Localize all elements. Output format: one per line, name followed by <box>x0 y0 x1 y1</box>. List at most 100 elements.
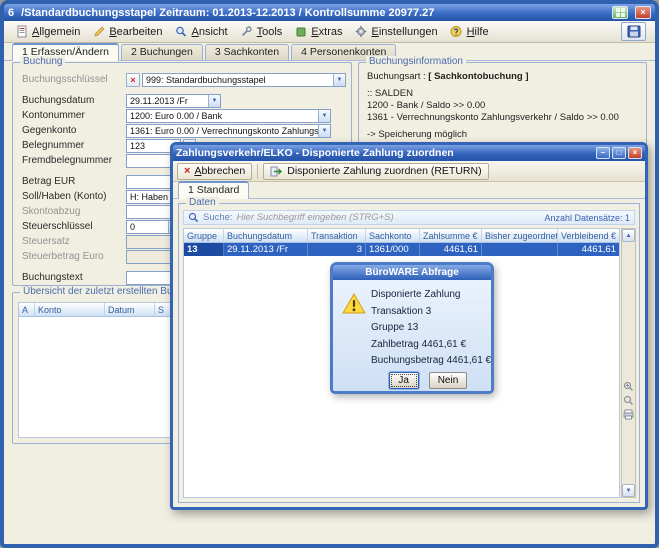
chevron-down-icon: ▼ <box>208 95 220 107</box>
buchungsart-value: [ Sachkontobuchung ] <box>428 71 528 82</box>
menu-extras[interactable]: Extras <box>288 23 348 40</box>
gegenkonto-label: Gegenkonto <box>22 125 126 136</box>
printer-icon[interactable] <box>623 409 634 420</box>
dialog-close-button[interactable]: × <box>628 147 642 159</box>
window-title: /Standardbuchungsstapel Zeitraum: 01.201… <box>21 7 605 19</box>
betrag-label: Betrag EUR <box>22 176 126 187</box>
menu-ansicht[interactable]: Ansicht <box>169 23 234 40</box>
record-count: Anzahl Datensätze: 1 <box>544 213 630 223</box>
cell-zahlsumme: 4461,61 <box>420 243 482 256</box>
column-header[interactable]: Gruppe <box>184 229 224 242</box>
column-header[interactable]: Datum <box>105 303 155 316</box>
scroll-up-button[interactable]: ▲ <box>622 229 635 242</box>
messagebox-body: Disponierte Zahlung Transaktion 3 Gruppe… <box>333 280 491 391</box>
column-header[interactable]: A <box>19 303 35 316</box>
chevron-down-icon: ▼ <box>333 74 345 86</box>
steuersatz-label: Steuersatz <box>22 236 126 247</box>
dialog-title: Zahlungsverkehr/ELKO - Disponierte Zahlu… <box>176 147 594 159</box>
zoom-in-icon[interactable] <box>623 381 634 392</box>
column-header[interactable]: Buchungsdatum <box>224 229 308 242</box>
close-icon: × <box>633 149 638 157</box>
status-line: -> Speicherung möglich <box>367 129 641 141</box>
messagebox-buttons: Ja Nein <box>371 372 485 389</box>
column-header[interactable]: Verbleibend € <box>558 229 619 242</box>
wrench-icon <box>240 25 253 38</box>
table-row[interactable]: 13 29.11.2013 /Fr 3 1361/000 4461,61 446… <box>184 243 619 256</box>
menu-tools[interactable]: Tools <box>234 23 289 40</box>
dialog-tabstrip: 1 Standard <box>173 182 645 199</box>
messagebox-line: Zahlbetrag 4461,61 € <box>371 339 485 350</box>
close-button[interactable]: × <box>635 6 651 19</box>
cell-buchungsdatum: 29.11.2013 /Fr <box>224 243 308 256</box>
search-icon <box>188 212 199 223</box>
nein-button[interactable]: Nein <box>429 372 468 389</box>
kontonummer-select[interactable]: 1200: Euro 0.00 / Bank ▼ <box>126 109 331 123</box>
belegnummer-label: Belegnummer <box>22 140 126 151</box>
document-icon <box>15 25 28 38</box>
side-tool-icons <box>623 381 634 420</box>
column-header[interactable]: Sachkonto <box>366 229 420 242</box>
messagebox-line: Disponierte Zahlung <box>371 289 485 300</box>
titlebar[interactable]: 6 /Standardbuchungsstapel Zeitraum: 01.2… <box>4 4 655 21</box>
toolbar-separator <box>257 164 258 179</box>
column-header[interactable]: Konto <box>35 303 105 316</box>
maximize-icon: □ <box>617 149 622 157</box>
help-icon <box>450 25 463 38</box>
cell-transaktion: 3 <box>308 243 366 256</box>
main-window: 6 /Standardbuchungsstapel Zeitraum: 01.2… <box>0 0 659 548</box>
window-number: 6 <box>8 7 14 19</box>
menu-hilfe[interactable]: Hilfe <box>444 23 495 40</box>
tab-sachkonten[interactable]: 3 Sachkonten <box>205 44 289 60</box>
column-header[interactable]: Bisher zugeordnet <box>482 229 558 242</box>
dialog-toolbar: × Abbrechen Disponierte Zahlung zuordnen… <box>173 161 645 182</box>
vertical-scrollbar[interactable]: ▲ ▼ <box>621 228 636 498</box>
buchungsinformation-text: Buchungsart : [ Sachkontobuchung ] :: SA… <box>367 71 641 141</box>
arrow-up-icon: ▲ <box>626 233 632 239</box>
zuordnen-button[interactable]: Disponierte Zahlung zuordnen (RETURN) <box>263 163 488 180</box>
dialog-maximize-button[interactable]: □ <box>612 147 626 159</box>
gegenkonto-select[interactable]: 1361: Euro 0.00 / Verrechnungskonto Zahl… <box>126 124 331 138</box>
messagebox-title: BüroWARE Abfrage <box>333 265 491 280</box>
bueroware-abfrage-messagebox: BüroWARE Abfrage Disponierte Zahlung Tra… <box>330 262 494 394</box>
ja-button[interactable]: Ja <box>389 372 419 389</box>
column-header[interactable]: Transaktion <box>308 229 366 242</box>
buchungsdatum-select[interactable]: 29.11.2013 /Fr ▼ <box>126 94 221 108</box>
tab-buchungen[interactable]: 2 Buchungen <box>121 44 203 60</box>
messagebox-line: Buchungsbetrag 4461,61 € <box>371 355 485 366</box>
dialog-minimize-button[interactable]: – <box>596 147 610 159</box>
abbrechen-button[interactable]: × Abbrechen <box>177 163 252 180</box>
fremdbelegnummer-label: Fremdbelegnummer <box>22 155 126 166</box>
chevron-down-icon: ▼ <box>318 125 330 137</box>
steuerbetrag-label: Steuerbetrag Euro <box>22 251 126 262</box>
search-placeholder: Hier Suchbegriff eingeben (STRG+S) <box>237 212 394 223</box>
salden-header: :: SALDEN <box>367 88 641 100</box>
buchungsschluessel-label: Buchungsschlüssel <box>22 74 126 85</box>
warning-icon <box>342 293 366 319</box>
menu-bearbeiten[interactable]: Bearbeiten <box>86 23 168 40</box>
dialog-titlebar[interactable]: Zahlungsverkehr/ELKO - Disponierte Zahlu… <box>173 145 645 161</box>
menu-einstellungen[interactable]: Einstellungen <box>349 23 444 40</box>
window-menu-button[interactable] <box>612 6 628 19</box>
scroll-down-button[interactable]: ▼ <box>622 484 635 497</box>
buchungsdatum-label: Buchungsdatum <box>22 95 126 106</box>
column-header[interactable]: S <box>155 303 171 316</box>
sollhaben-label: Soll/Haben (Konto) <box>22 191 126 202</box>
menubar: Allgemein Bearbeiten Ansicht Tools Extra… <box>4 21 655 43</box>
saldo-line: 1200 - Bank / Saldo >> 0.00 <box>367 100 641 112</box>
menu-allgemein[interactable]: Allgemein <box>9 23 86 40</box>
clear-field-button[interactable]: × <box>126 73 140 87</box>
cell-gruppe: 13 <box>184 243 224 256</box>
skontoabzug-label: Skontoabzug <box>22 206 126 217</box>
save-icon <box>627 25 641 38</box>
column-header[interactable]: Zahlsumme € <box>420 229 482 242</box>
buchungsschluessel-select[interactable]: 999: Standardbuchungsstapel ▼ <box>142 73 346 87</box>
pencil-icon <box>92 25 105 38</box>
zoom-icon[interactable] <box>623 395 634 406</box>
search-label: Suche: <box>203 212 233 223</box>
cancel-icon: × <box>184 165 190 177</box>
magnifier-icon <box>175 25 188 38</box>
messagebox-line: Transaktion 3 <box>371 306 485 317</box>
kontonummer-label: Kontonummer <box>22 110 126 121</box>
search-input[interactable]: Suche: Hier Suchbegriff eingeben (STRG+S… <box>183 210 635 225</box>
save-button[interactable] <box>621 22 646 41</box>
